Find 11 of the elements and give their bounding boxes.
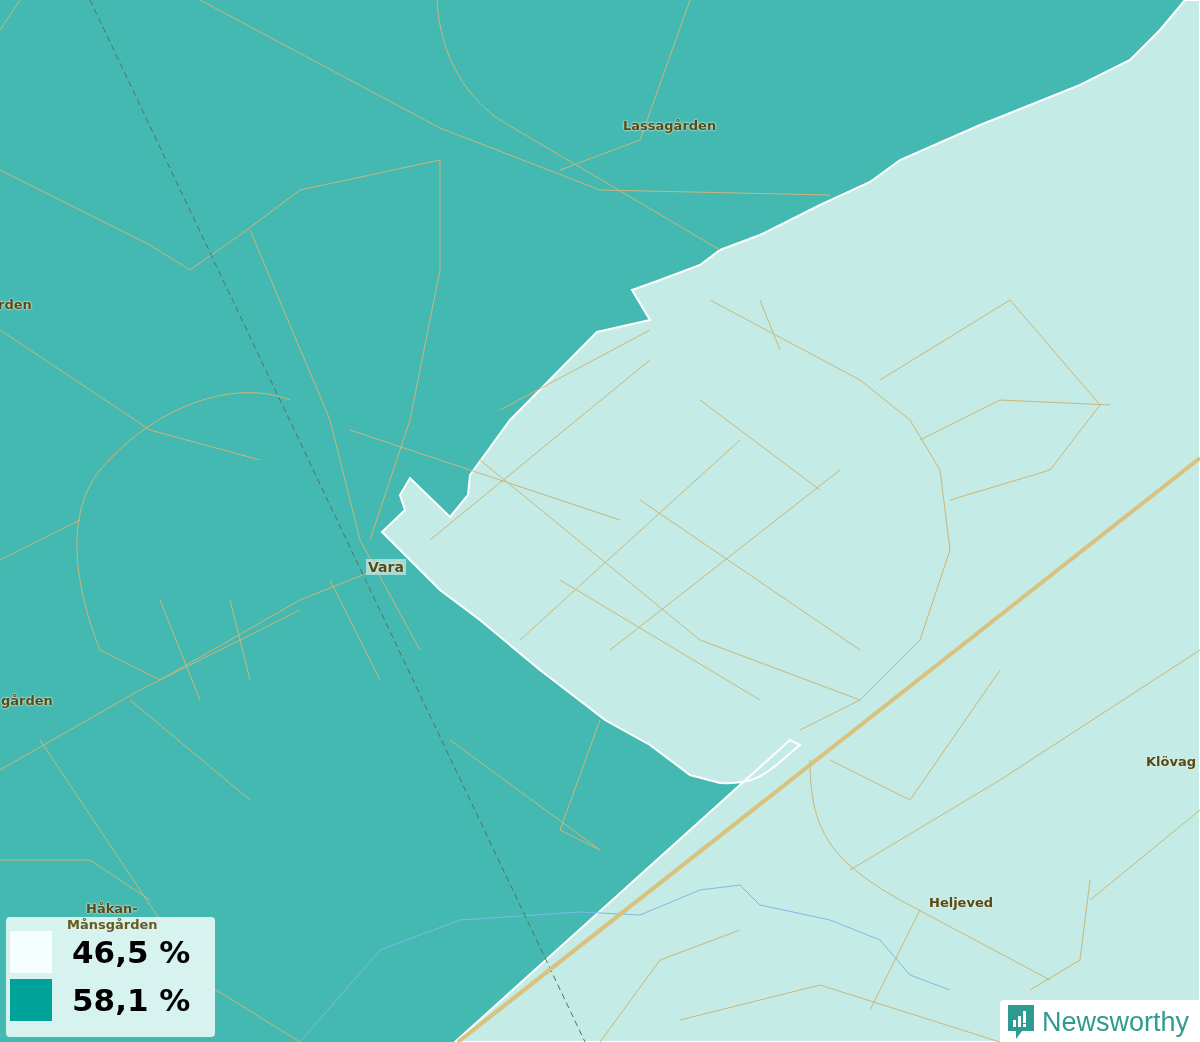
place-label: Klövag xyxy=(1146,754,1196,770)
place-label: Månsgården xyxy=(67,917,158,933)
legend-value: 58,1 % xyxy=(72,982,191,1018)
place-label: Lassagården xyxy=(623,118,717,134)
place-label: Håkan- xyxy=(86,901,138,917)
place-label: gården xyxy=(1,693,53,709)
legend-value: 46,5 % xyxy=(72,934,191,970)
place-label: Vara xyxy=(366,559,406,575)
logo-text: Newsworthy xyxy=(1042,1006,1190,1038)
bar-chart-icon xyxy=(1006,1003,1036,1041)
place-label: Heljeved xyxy=(929,895,994,911)
